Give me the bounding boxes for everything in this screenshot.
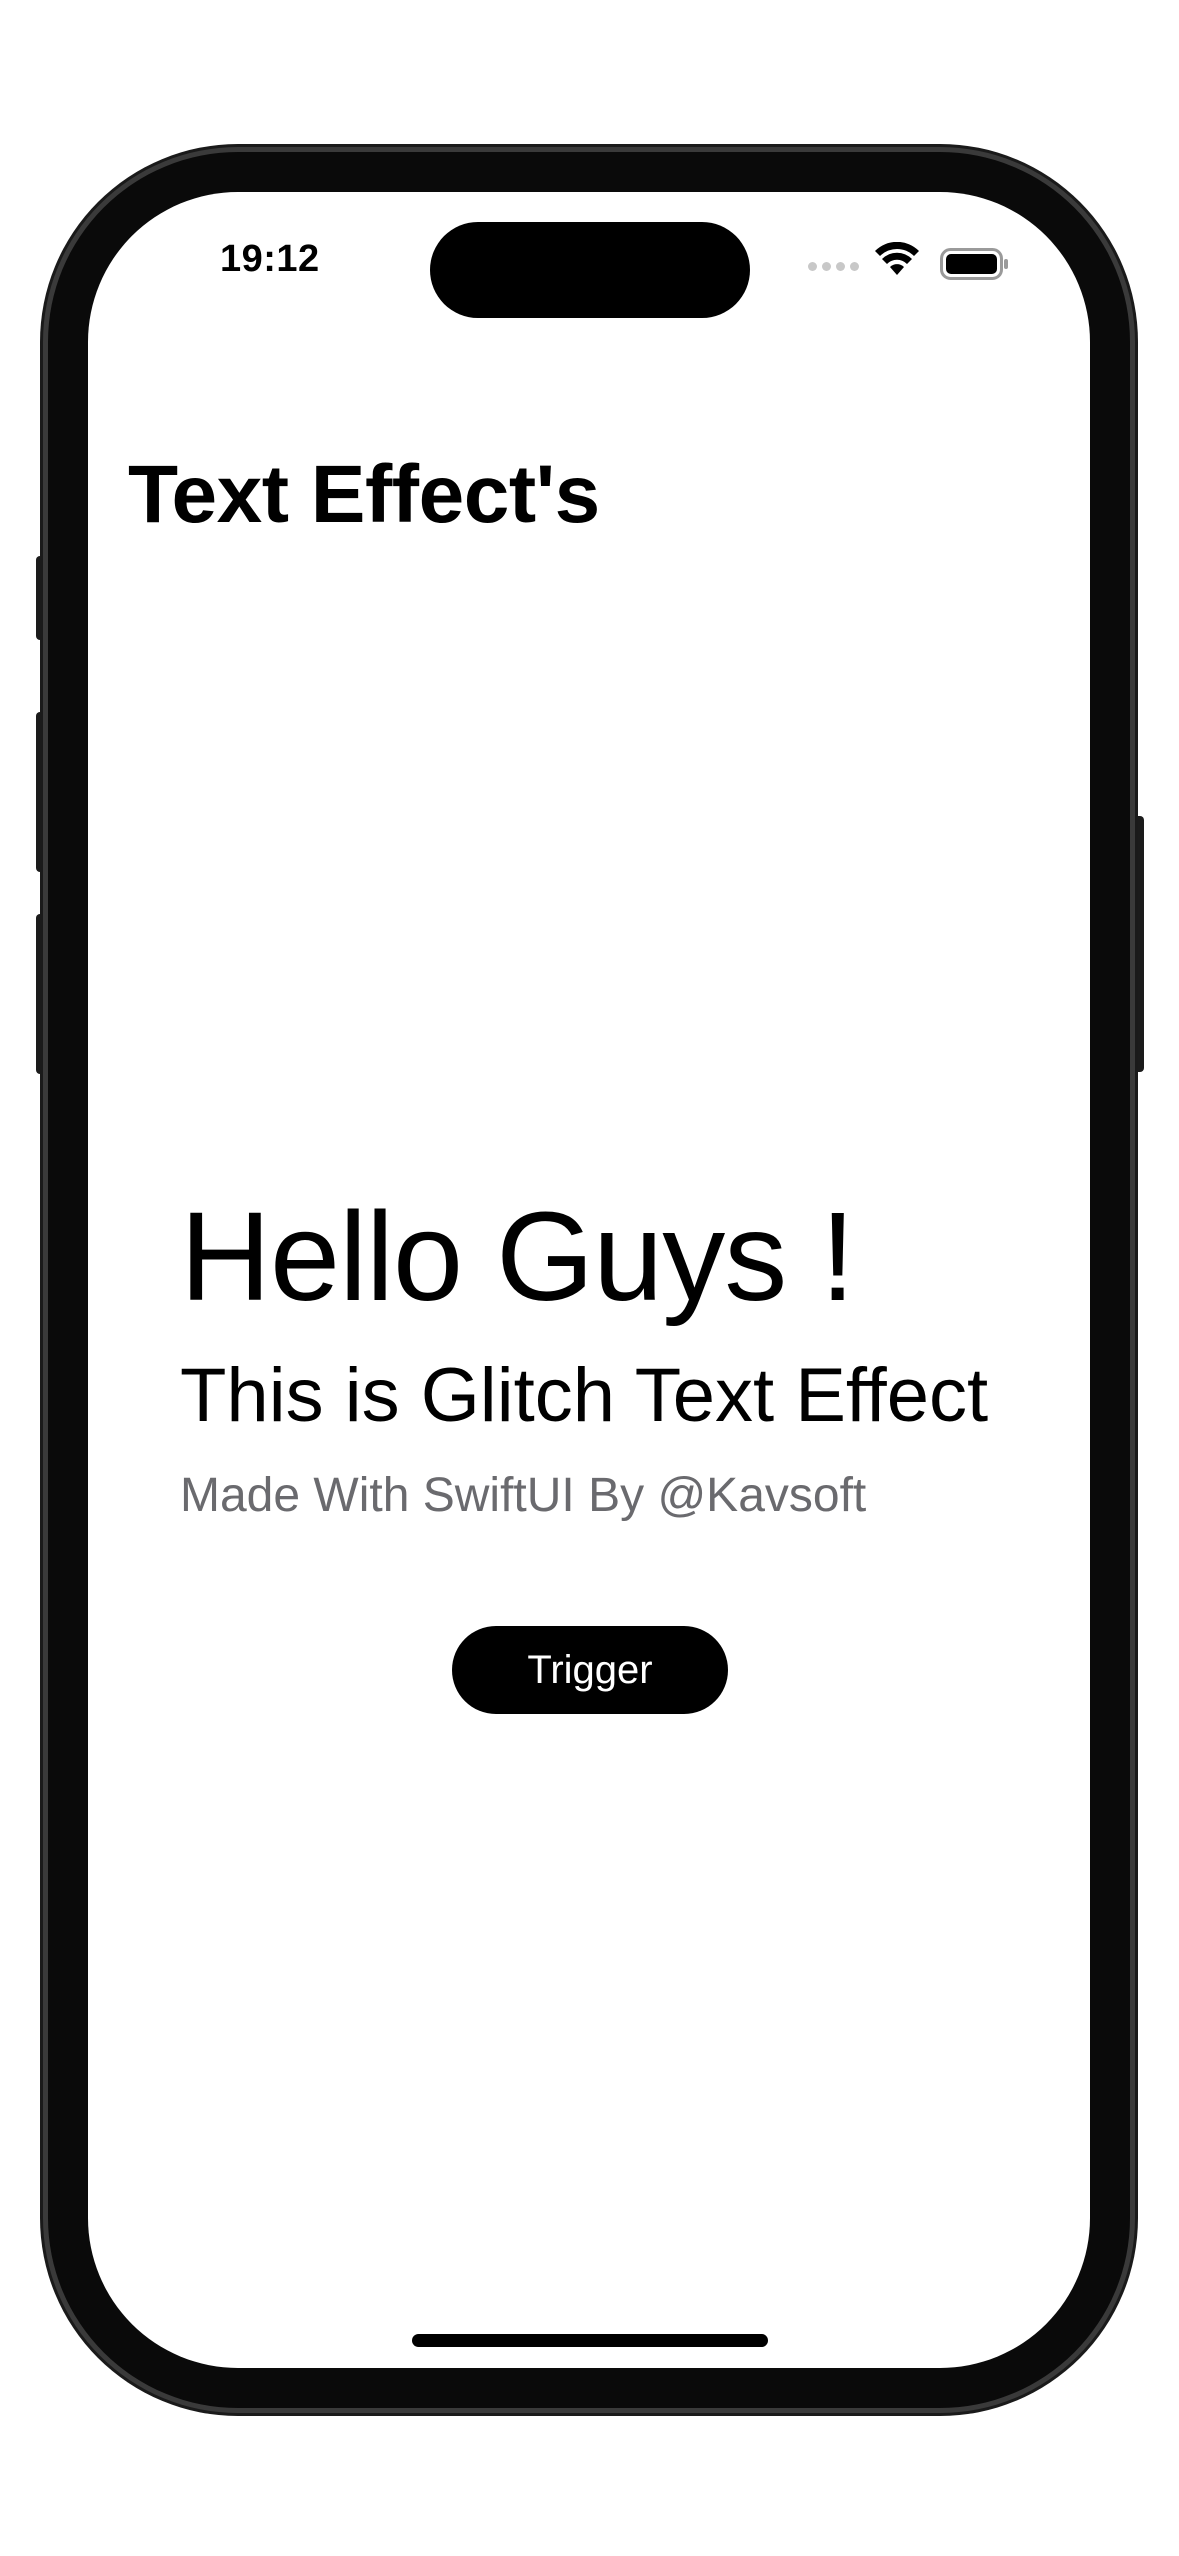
- wifi-icon: [875, 242, 919, 275]
- page-title: Text Effect's: [128, 449, 600, 540]
- home-indicator[interactable]: [412, 2334, 768, 2347]
- battery-icon: [940, 248, 1008, 280]
- trigger-button-label: Trigger: [527, 1647, 653, 1692]
- trigger-button[interactable]: Trigger: [452, 1626, 728, 1714]
- cellular-dots-icon: [808, 262, 859, 271]
- power-button: [1130, 816, 1144, 1072]
- headline-text: Hello Guys !: [180, 1186, 855, 1327]
- phone-frame: 19:12 Text Effect's Hello Guys ! This is…: [48, 152, 1130, 2408]
- status-time: 19:12: [220, 238, 320, 280]
- dynamic-island: [430, 222, 750, 318]
- phone-screen: 19:12 Text Effect's Hello Guys ! This is…: [88, 192, 1090, 2368]
- device-stage: 19:12 Text Effect's Hello Guys ! This is…: [0, 0, 1179, 2556]
- credit-text: Made With SwiftUI By @Kavsoft: [180, 1469, 867, 1522]
- subheadline-text: This is Glitch Text Effect: [180, 1353, 989, 1438]
